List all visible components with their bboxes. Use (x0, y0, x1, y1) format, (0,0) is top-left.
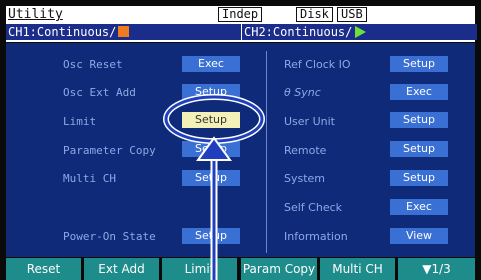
softkey-ext-add[interactable]: Ext Add (84, 258, 159, 280)
usb-badge: USB (337, 7, 367, 22)
self-check-exec-button[interactable]: Exec (390, 199, 448, 215)
user-unit-setup-button[interactable]: Setup (390, 112, 448, 128)
ch1-label: CH1:Continuous/ (8, 25, 117, 39)
softkey-bar: Reset Ext Add Limit Param Copy Multi CH … (6, 258, 475, 280)
softkey-page[interactable]: ▼1/3 (398, 258, 475, 280)
multi-ch-setup-button[interactable]: Setup (182, 170, 240, 186)
right-label: Information (284, 230, 348, 243)
right-label: Self Check (284, 201, 343, 214)
softkey-limit[interactable]: Limit (162, 258, 237, 280)
left-label: Power-On State (63, 230, 156, 243)
right-label: Ref Clock IO (284, 58, 351, 71)
column-divider (266, 51, 267, 253)
square-wave-icon (118, 26, 130, 37)
status-header: Utility Indep Disk USB CH1:Continuous/ C… (6, 6, 477, 42)
left-label: Osc Reset (63, 58, 123, 71)
left-label: Osc Ext Add (63, 86, 136, 99)
utility-panel: Osc Reset Exec Osc Ext Add Setup Limit S… (6, 43, 475, 257)
right-label: User Unit (284, 115, 335, 128)
remote-setup-button[interactable]: Setup (390, 141, 448, 157)
information-view-button[interactable]: View (390, 228, 448, 244)
ch1-status: CH1:Continuous/ (6, 24, 241, 40)
right-label: System (284, 172, 326, 185)
theta-sync-exec-button[interactable]: Exec (390, 84, 448, 100)
power-on-state-setup-button[interactable]: Setup (182, 228, 240, 244)
ch2-label: CH2:Continuous/ (244, 25, 353, 39)
indep-badge: Indep (218, 7, 263, 22)
disk-badge: Disk (296, 7, 333, 22)
limit-setup-button[interactable]: Setup (182, 112, 240, 128)
left-label: Parameter Copy (63, 144, 156, 157)
softkey-param-copy[interactable]: Param Copy (241, 258, 317, 280)
page-title: Utility (8, 7, 63, 22)
softkey-reset[interactable]: Reset (6, 258, 81, 280)
left-label: Limit (63, 115, 97, 128)
osc-reset-exec-button[interactable]: Exec (182, 56, 240, 72)
right-label: Remote (284, 144, 327, 157)
ref-clock-io-setup-button[interactable]: Setup (390, 56, 448, 72)
ch2-status: CH2:Continuous/ (242, 24, 477, 40)
play-icon (355, 26, 367, 38)
right-label: θ Sync (284, 86, 321, 99)
softkey-multi-ch[interactable]: Multi CH (320, 258, 395, 280)
osc-ext-add-setup-button[interactable]: Setup (182, 84, 240, 100)
left-label: Multi CH (63, 172, 116, 185)
parameter-copy-setup-button[interactable]: Setup (182, 141, 240, 157)
system-setup-button[interactable]: Setup (390, 170, 448, 186)
